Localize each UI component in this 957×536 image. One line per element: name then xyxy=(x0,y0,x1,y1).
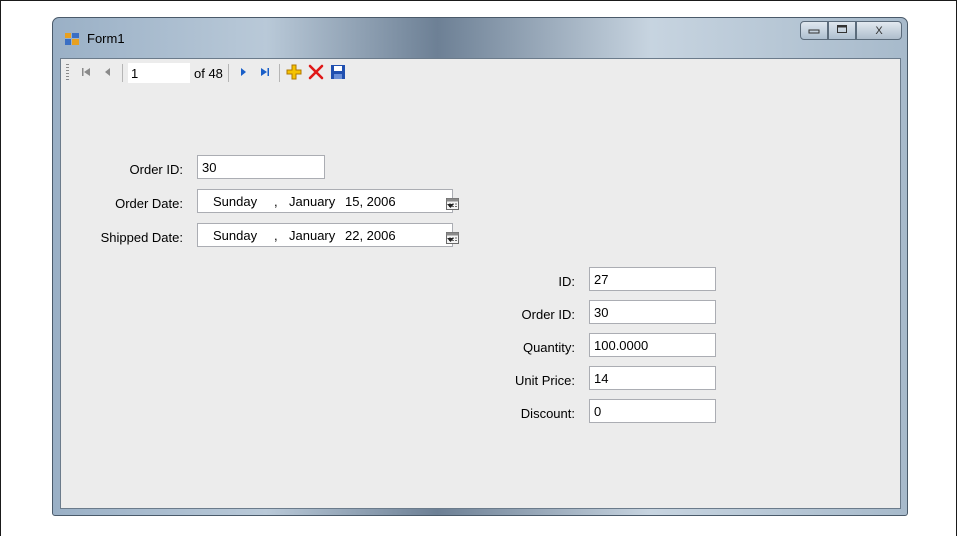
window-controls: X xyxy=(800,21,902,41)
shipped-date-separator: , xyxy=(274,228,278,243)
frame-top-line xyxy=(0,0,957,1)
toolbar-separator xyxy=(122,64,123,82)
close-icon: X xyxy=(875,24,883,37)
detail-order-id-label: Order ID: xyxy=(521,307,575,322)
close-button[interactable]: X xyxy=(856,21,902,40)
move-next-button[interactable] xyxy=(232,62,254,84)
toolbar-separator xyxy=(227,64,229,82)
chevron-down-icon xyxy=(446,198,455,213)
discount-field[interactable] xyxy=(589,399,716,423)
move-first-button[interactable] xyxy=(75,62,97,84)
save-icon xyxy=(330,64,346,83)
frame-left-line xyxy=(0,0,1,536)
add-new-button[interactable] xyxy=(283,62,305,84)
shipped-date-weekday: Sunday xyxy=(213,228,258,243)
unit-price-field[interactable] xyxy=(589,366,716,390)
chevron-down-icon xyxy=(446,232,455,247)
move-last-icon xyxy=(259,66,271,81)
discount-label: Discount: xyxy=(520,406,575,421)
binding-navigator-toolbar: of 48 xyxy=(61,59,900,87)
toolbar-grip[interactable] xyxy=(66,64,69,82)
move-next-icon xyxy=(237,66,249,81)
order-date-month: January xyxy=(289,194,336,209)
shipped-date-month: January xyxy=(289,228,336,243)
order-id-label: Order ID: xyxy=(129,162,183,177)
save-button[interactable] xyxy=(327,62,349,84)
form-app-icon xyxy=(65,33,79,45)
detail-order-id-field[interactable] xyxy=(589,300,716,324)
shipped-date-day-year: 22, 2006 xyxy=(345,228,396,243)
order-date-weekday: Sunday xyxy=(213,194,258,209)
unit-price-label: Unit Price: xyxy=(515,373,575,388)
move-last-button[interactable] xyxy=(254,62,276,84)
detail-id-label: ID: xyxy=(558,274,575,289)
move-previous-button[interactable] xyxy=(97,62,119,84)
shipped-date-label: Shipped Date: xyxy=(100,230,183,245)
add-new-icon xyxy=(286,64,302,83)
toolbar-separator xyxy=(278,64,280,82)
form-client-area: of 48 xyxy=(60,58,901,509)
move-previous-icon xyxy=(102,66,114,81)
maximize-button[interactable] xyxy=(828,21,856,40)
maximize-icon xyxy=(836,24,848,37)
quantity-field[interactable] xyxy=(589,333,716,357)
order-id-field[interactable] xyxy=(197,155,325,179)
minimize-icon xyxy=(808,24,820,37)
order-date-picker[interactable]: Sunday , January 15, 2006 xyxy=(197,189,459,213)
order-date-label: Order Date: xyxy=(115,196,183,211)
quantity-label: Quantity: xyxy=(522,340,575,355)
count-label: of 48 xyxy=(194,65,223,81)
title-bar[interactable]: Form1 X xyxy=(53,18,907,58)
order-date-day-year: 15, 2006 xyxy=(345,194,396,209)
delete-button[interactable] xyxy=(305,62,327,84)
detail-id-field[interactable] xyxy=(589,267,716,291)
move-first-icon xyxy=(80,66,92,81)
form-window: Form1 X 1 of 48 Order ID: 30 Order Date:… xyxy=(52,17,908,516)
shipped-date-picker[interactable]: Sunday , January 22, 2006 xyxy=(197,223,459,247)
delete-icon xyxy=(308,64,324,83)
position-input[interactable] xyxy=(128,63,190,83)
window-title: Form1 xyxy=(87,31,125,46)
minimize-button[interactable] xyxy=(800,21,828,40)
order-date-separator: , xyxy=(274,194,278,209)
